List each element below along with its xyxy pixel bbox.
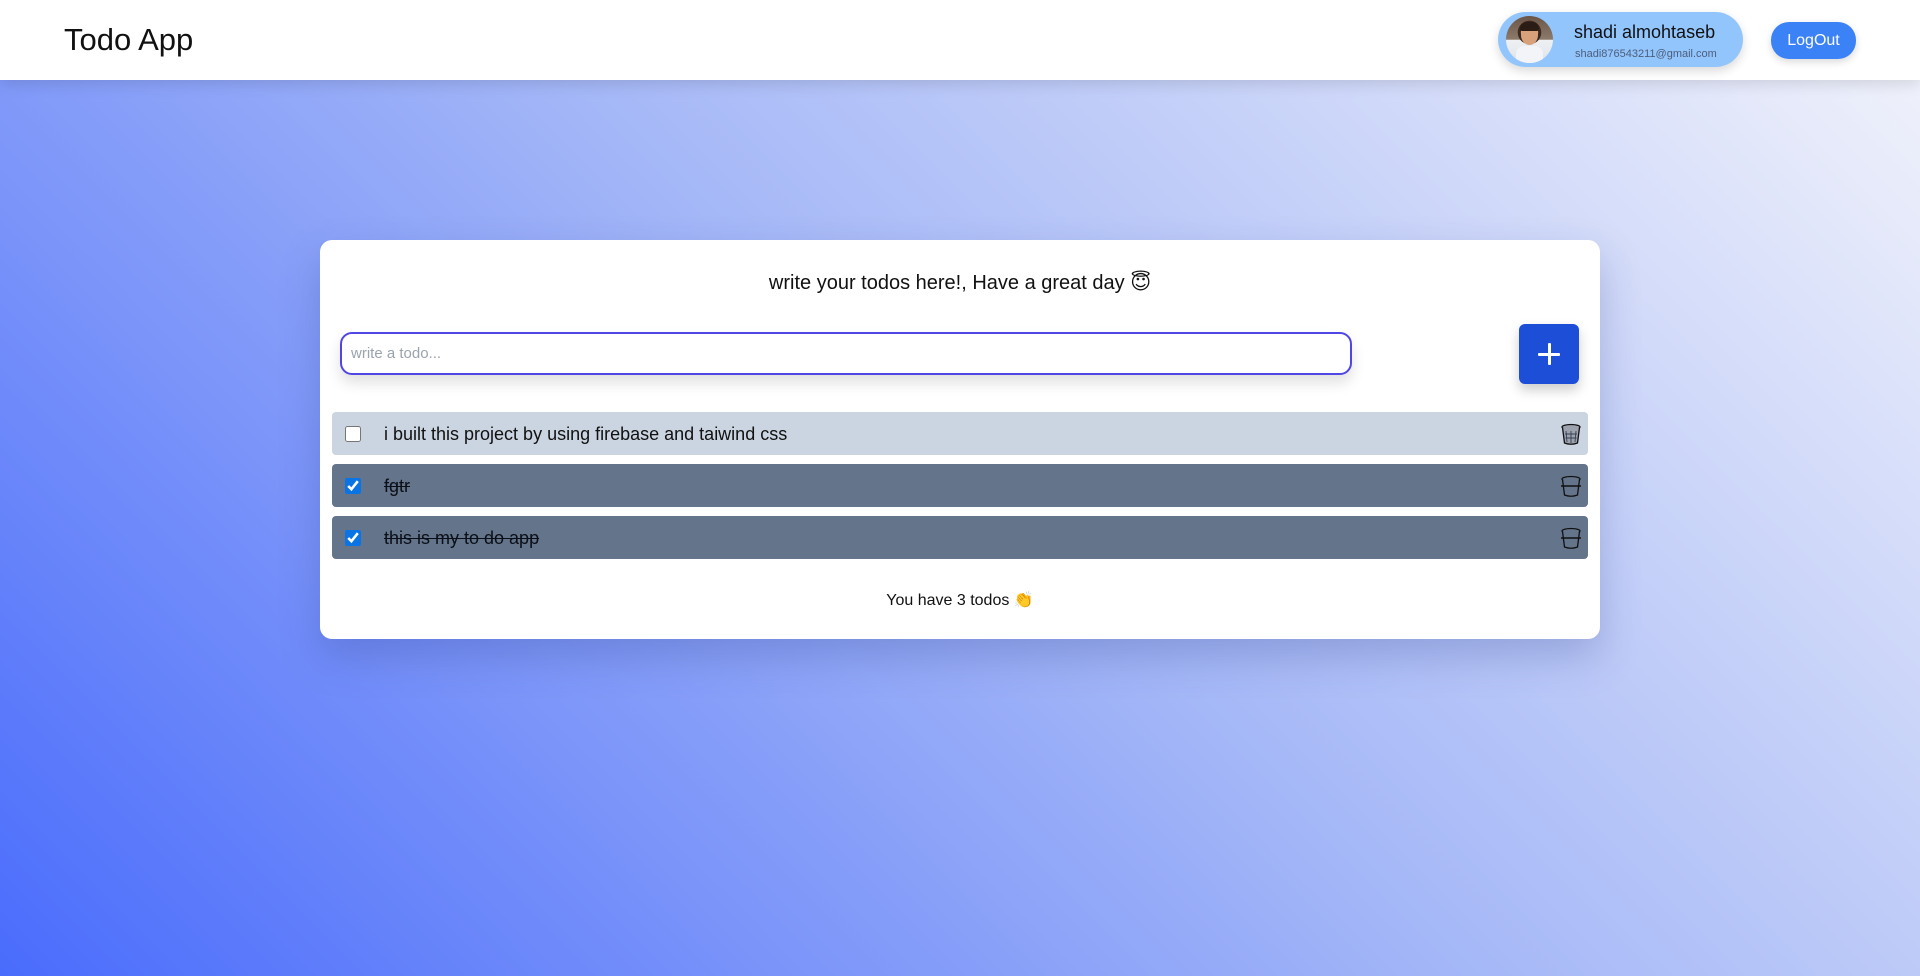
todo-checkbox[interactable] (345, 478, 361, 494)
todo-input[interactable] (340, 332, 1352, 375)
trash-icon[interactable] (1559, 422, 1583, 446)
todo-card: write your todos here!, Have a great day… (320, 240, 1600, 639)
greeting-text: write your todos here!, Have a great day… (768, 272, 1152, 294)
trash-icon[interactable] (1559, 526, 1583, 550)
todo-item: i built this project by using firebase a… (332, 412, 1588, 455)
user-profile[interactable]: shadi almohtaseb shadi876543211@gmail.co… (1498, 12, 1743, 67)
user-name: shadi almohtaseb (1574, 22, 1716, 42)
todo-text: this is my to do app (384, 528, 540, 548)
plus-icon (1538, 343, 1560, 365)
app-title: Todo App (64, 22, 194, 57)
todo-text: fgtr (384, 476, 411, 496)
todo-checkbox[interactable] (345, 426, 361, 442)
user-email: shadi876543211@gmail.com (1575, 48, 1717, 60)
todo-item: this is my to do app (332, 516, 1588, 559)
trash-icon[interactable] (1559, 474, 1583, 498)
avatar (1506, 16, 1553, 63)
todo-checkbox[interactable] (345, 530, 361, 546)
add-todo-button[interactable] (1519, 324, 1579, 384)
todo-count: You have 3 todos 👏 (886, 592, 1034, 609)
navbar: Todo App shadi almohtaseb shadi876543211… (0, 0, 1920, 80)
todo-list: i built this project by using firebase a… (332, 412, 1588, 568)
todo-item: fgtr (332, 464, 1588, 507)
todo-text: i built this project by using firebase a… (384, 424, 788, 444)
logout-button[interactable]: LogOut (1771, 22, 1856, 59)
